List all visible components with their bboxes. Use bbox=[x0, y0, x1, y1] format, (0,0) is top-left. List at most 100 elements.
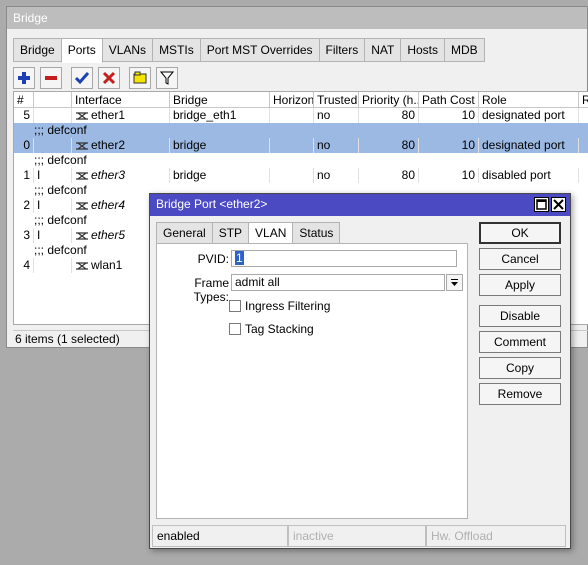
maximize-icon bbox=[536, 199, 547, 210]
row-interface-label: ether4 bbox=[91, 198, 126, 212]
cancel-button[interactable]: Cancel bbox=[479, 248, 561, 270]
port-icon bbox=[76, 172, 88, 180]
row-num: 3 bbox=[14, 228, 34, 243]
tab-stp[interactable]: STP bbox=[211, 222, 250, 244]
row-flag bbox=[34, 138, 72, 153]
row-interface-label: ether3 bbox=[91, 168, 126, 182]
row-interface: ether1 bbox=[72, 108, 170, 123]
enable-button[interactable] bbox=[71, 67, 93, 89]
row-flag bbox=[34, 258, 72, 273]
x-icon bbox=[102, 71, 116, 85]
table-row[interactable]: 1 I ether3 bridge no 80 10 disabled port bbox=[14, 168, 588, 183]
row-flag: I bbox=[34, 228, 72, 243]
row-interface-label: ether2 bbox=[91, 138, 126, 152]
tab-status[interactable]: Status bbox=[292, 222, 341, 244]
filter-button[interactable] bbox=[156, 67, 178, 89]
vlan-panel: PVID: 1 Frame Types: admit all Ingress F… bbox=[156, 243, 468, 519]
apply-button[interactable]: Apply bbox=[479, 274, 561, 296]
ok-button[interactable]: OK bbox=[479, 222, 561, 244]
tab-mdb[interactable]: MDB bbox=[444, 38, 485, 62]
row-comment[interactable]: ;;; defconf bbox=[34, 243, 87, 258]
tab-mstis[interactable]: MSTIs bbox=[152, 38, 201, 62]
row-interface: ether2 bbox=[72, 138, 170, 153]
port-icon bbox=[76, 112, 88, 120]
row-path-cost: 10 bbox=[419, 168, 479, 183]
comment-button[interactable] bbox=[129, 67, 151, 89]
table-row[interactable]: 5 ether1 bridge_eth1 no 80 10 designated… bbox=[14, 108, 588, 123]
row-priority: 80 bbox=[359, 138, 419, 153]
remove-button[interactable]: Remove bbox=[479, 383, 561, 405]
port-icon bbox=[76, 142, 88, 150]
tag-stacking-checkbox[interactable] bbox=[229, 323, 241, 335]
maximize-button[interactable] bbox=[534, 197, 549, 212]
row-horizon bbox=[270, 138, 314, 153]
disable-button[interactable]: Disable bbox=[479, 305, 561, 327]
add-button[interactable] bbox=[13, 67, 35, 89]
tab-port-mst-overrides[interactable]: Port MST Overrides bbox=[199, 38, 320, 62]
frame-types-label: Frame Types: bbox=[193, 276, 229, 304]
tab-vlans[interactable]: VLANs bbox=[101, 38, 154, 62]
col-role[interactable]: Role bbox=[479, 92, 579, 108]
bridge-window-title: Bridge bbox=[7, 7, 587, 29]
bridge-port-dialog: Bridge Port <ether2> General STP VLAN St… bbox=[149, 193, 571, 549]
table-row-selected[interactable]: 0 ether2 bridge no 80 10 designated port bbox=[14, 138, 588, 153]
row-interface: ether3 bbox=[72, 168, 170, 183]
remove-icon bbox=[45, 76, 57, 80]
col-bridge[interactable]: Bridge bbox=[170, 92, 270, 108]
tab-general[interactable]: General bbox=[156, 222, 213, 244]
frame-types-select[interactable]: admit all bbox=[231, 274, 445, 291]
row-bridge: bridge_eth1 bbox=[170, 108, 270, 123]
tab-ports[interactable]: Ports bbox=[60, 38, 103, 63]
row-trusted: no bbox=[314, 108, 359, 123]
bridge-tabs: Bridge Ports VLANs MSTIs Port MST Overri… bbox=[13, 38, 485, 63]
disable-button[interactable] bbox=[98, 67, 120, 89]
dialog-tabs: General STP VLAN Status bbox=[156, 222, 341, 245]
close-icon bbox=[553, 199, 564, 210]
port-icon bbox=[76, 262, 88, 270]
col-flag[interactable] bbox=[34, 92, 72, 108]
tab-bridge[interactable]: Bridge bbox=[13, 38, 62, 62]
row-num: 1 bbox=[14, 168, 34, 183]
col-interface[interactable]: Interface bbox=[72, 92, 170, 108]
tab-nat[interactable]: NAT bbox=[364, 38, 402, 62]
row-comment[interactable]: ;;; defconf bbox=[34, 153, 87, 168]
row-interface-label: ether5 bbox=[91, 228, 126, 242]
items-count: 6 items (1 selected) bbox=[13, 332, 163, 347]
tab-vlan[interactable]: VLAN bbox=[248, 222, 294, 245]
row-interface-label: ether1 bbox=[91, 108, 126, 122]
row-num: 4 bbox=[14, 258, 34, 273]
row-horizon bbox=[270, 108, 314, 123]
row-comment[interactable]: ;;; defconf bbox=[34, 183, 87, 198]
col-horizon[interactable]: Horizon bbox=[270, 92, 314, 108]
status-inactive: inactive bbox=[288, 525, 426, 547]
row-bridge: bridge bbox=[170, 168, 270, 183]
row-num: 0 bbox=[14, 138, 34, 153]
col-priority[interactable]: Priority (h... bbox=[359, 92, 419, 108]
tab-hosts[interactable]: Hosts bbox=[400, 38, 446, 62]
row-num: 2 bbox=[14, 198, 34, 213]
dialog-statusbar: enabled inactive Hw. Offload bbox=[150, 525, 570, 547]
col-trusted[interactable]: Trusted bbox=[314, 92, 359, 108]
close-button[interactable] bbox=[551, 197, 566, 212]
ingress-filtering-checkbox[interactable] bbox=[229, 300, 241, 312]
col-num[interactable]: # bbox=[14, 92, 34, 108]
row-bridge: bridge bbox=[170, 138, 270, 153]
row-role: designated port bbox=[479, 138, 579, 153]
pvid-label: PVID: bbox=[197, 252, 229, 266]
remove-button[interactable] bbox=[40, 67, 62, 89]
copy-button[interactable]: Copy bbox=[479, 357, 561, 379]
status-enabled: enabled bbox=[152, 525, 288, 547]
col-path-cost[interactable]: Path Cost bbox=[419, 92, 479, 108]
comment-button[interactable]: Comment bbox=[479, 331, 561, 353]
frame-types-dropdown[interactable] bbox=[446, 274, 463, 291]
row-horizon bbox=[270, 168, 314, 183]
tag-stacking-label: Tag Stacking bbox=[245, 322, 314, 336]
pvid-input[interactable]: 1 bbox=[231, 250, 457, 267]
check-icon bbox=[75, 72, 89, 85]
col-ro[interactable]: Ro bbox=[579, 92, 588, 108]
row-flag: I bbox=[34, 168, 72, 183]
row-comment[interactable]: ;;; defconf bbox=[14, 123, 588, 138]
add-icon bbox=[18, 72, 30, 84]
row-comment[interactable]: ;;; defconf bbox=[34, 213, 87, 228]
tab-filters[interactable]: Filters bbox=[318, 38, 366, 62]
